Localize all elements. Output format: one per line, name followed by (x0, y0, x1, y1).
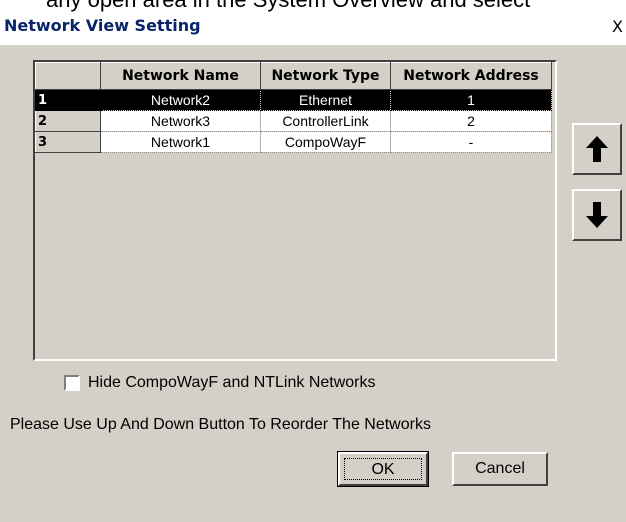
row-index[interactable]: 2 (35, 110, 101, 132)
table-row[interactable]: 3 Network1 CompoWayF - (35, 131, 552, 153)
cell-network-type[interactable]: Ethernet (260, 89, 391, 111)
cell-network-name[interactable]: Network3 (100, 110, 261, 132)
close-button[interactable]: X (612, 15, 626, 39)
network-view-setting-dialog: Network View Setting X Network Name Netw… (0, 13, 626, 522)
corner-header (35, 62, 101, 90)
cell-network-address[interactable]: 2 (390, 110, 552, 132)
column-header-network-type[interactable]: Network Type (260, 62, 391, 90)
row-index[interactable]: 1 (35, 89, 101, 111)
row-index[interactable]: 3 (35, 131, 101, 153)
network-grid: Network Name Network Type Network Addres… (33, 60, 557, 361)
arrow-up-icon (586, 136, 608, 162)
ok-button[interactable]: OK (337, 451, 429, 487)
hide-networks-checkbox[interactable] (64, 375, 80, 391)
cancel-button[interactable]: Cancel (452, 452, 548, 486)
hide-networks-label[interactable]: Hide CompoWayF and NTLink Networks (88, 374, 376, 392)
column-header-network-address[interactable]: Network Address (390, 62, 552, 90)
cell-network-name[interactable]: Network1 (100, 131, 261, 153)
column-header-network-name[interactable]: Network Name (100, 62, 261, 90)
cell-network-address[interactable]: - (390, 131, 552, 153)
table-header-row: Network Name Network Type Network Addres… (35, 62, 552, 90)
move-down-button[interactable] (572, 189, 622, 241)
cell-network-address[interactable]: 1 (390, 89, 552, 111)
background-window-text: any open area in the System Overview and… (46, 0, 530, 13)
cell-network-type[interactable]: ControllerLink (260, 110, 391, 132)
network-table: Network Name Network Type Network Addres… (35, 62, 552, 153)
ok-button-label: OK (344, 458, 422, 480)
dialog-title: Network View Setting (4, 16, 201, 35)
reorder-hint-text: Please Use Up And Down Button To Reorder… (10, 416, 431, 433)
cell-network-name[interactable]: Network2 (100, 89, 261, 111)
table-row[interactable]: 2 Network3 ControllerLink 2 (35, 110, 552, 132)
move-up-button[interactable] (572, 123, 622, 175)
arrow-down-icon (586, 202, 608, 228)
title-bar: Network View Setting X (0, 13, 626, 45)
table-row[interactable]: 1 Network2 Ethernet 1 (35, 89, 552, 111)
cell-network-type[interactable]: CompoWayF (260, 131, 391, 153)
